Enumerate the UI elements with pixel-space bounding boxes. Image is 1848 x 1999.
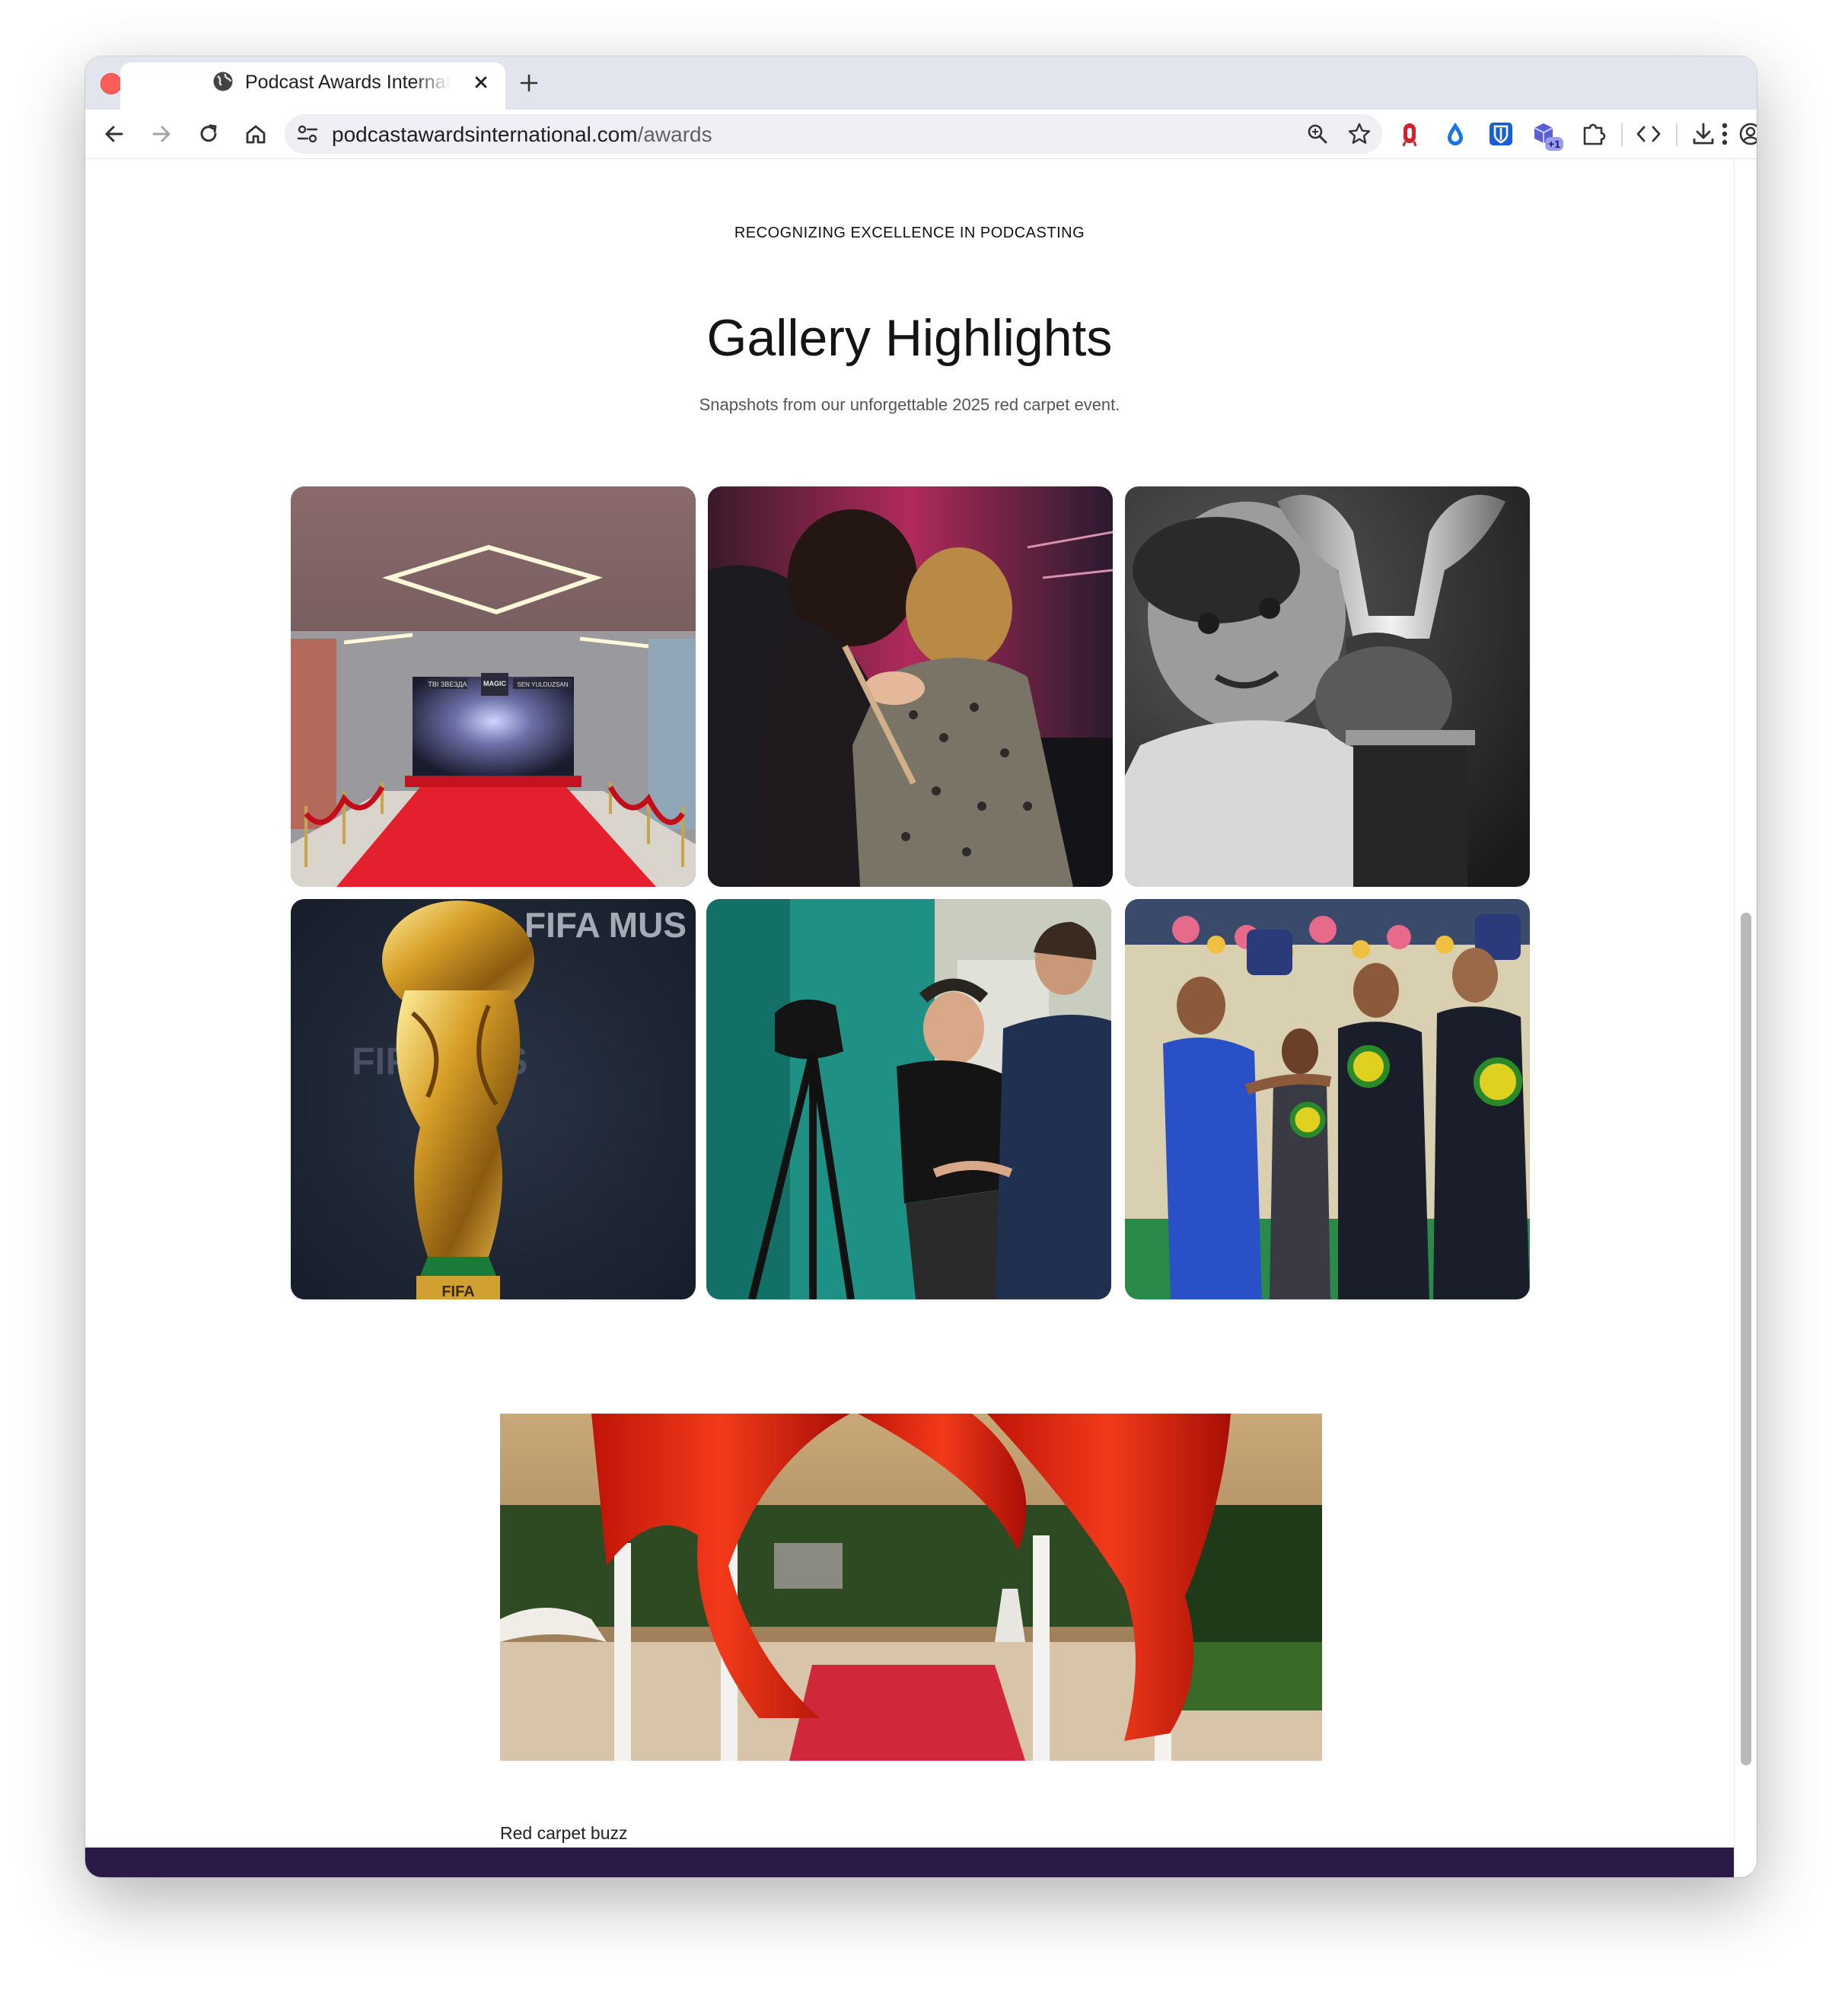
feature-caption: Red carpet buzz xyxy=(500,1823,628,1843)
profile-avatar-icon[interactable] xyxy=(1735,119,1757,149)
gallery-photo-red-carpet-hall[interactable]: ТВІ ЗВЕЗДА MAGIC SEN YULDUZSAN xyxy=(291,486,696,887)
sign-center-text: MAGIC xyxy=(483,680,506,687)
tab-close-icon[interactable] xyxy=(470,72,492,93)
menu-kebab-icon[interactable] xyxy=(1713,119,1736,149)
sign-left-text: ТВІ ЗВЕЗДА xyxy=(428,681,467,688)
bitwarden-shield-icon[interactable] xyxy=(1486,119,1516,149)
extension-red-icon[interactable] xyxy=(1394,119,1425,149)
footer-band xyxy=(85,1848,1734,1877)
gallery-title: Gallery Highlights xyxy=(706,309,1113,367)
scrollbar-thumb[interactable] xyxy=(1741,913,1751,1765)
extension-badge: +1 xyxy=(1548,138,1560,150)
zoom-icon[interactable] xyxy=(1305,121,1330,151)
reload-icon[interactable] xyxy=(195,120,222,148)
back-arrow-icon[interactable] xyxy=(100,120,128,148)
url-host: podcastawardsinternational.com xyxy=(332,123,638,146)
globe-icon xyxy=(212,70,234,97)
devtools-code-icon[interactable] xyxy=(1633,119,1664,149)
trophy-base-text: FIFA xyxy=(441,1283,474,1299)
bookmark-star-icon[interactable] xyxy=(1346,120,1373,151)
new-tab-icon[interactable] xyxy=(518,72,540,94)
cube-extension-icon[interactable]: +1 xyxy=(1531,119,1563,151)
trophy-backdrop-text-top: FIFA MUS xyxy=(524,905,687,945)
page-content: RECOGNIZING EXCELLENCE IN PODCASTING Gal… xyxy=(85,159,1734,1877)
feature-image-red-carpet[interactable] xyxy=(500,1414,1322,1761)
gallery-subtitle: Snapshots from our unforgettable 2025 re… xyxy=(699,395,1120,414)
tagline: RECOGNIZING EXCELLENCE IN PODCASTING xyxy=(734,225,1085,241)
gallery-photo-embrace[interactable] xyxy=(708,486,1113,887)
url-text: podcastawardsinternational.com/awards xyxy=(332,123,712,147)
gallery-photo-golden-trophy[interactable]: FIFA MUS FIFA MUS FIFA xyxy=(291,899,696,1299)
close-window-button[interactable] xyxy=(100,73,122,94)
gallery-photo-interview[interactable] xyxy=(706,899,1111,1299)
home-icon[interactable] xyxy=(242,120,269,148)
site-settings-icon[interactable] xyxy=(295,122,320,150)
sign-right-text: SEN YULDUZSAN xyxy=(518,681,569,688)
tab-strip: Podcast Awards International xyxy=(85,56,1757,110)
tab-title: Podcast Awards International xyxy=(245,72,451,93)
scrollbar[interactable] xyxy=(1734,159,1757,1877)
address-bar[interactable]: podcastawardsinternational.com/awards xyxy=(285,114,1382,154)
url-path: /awards xyxy=(637,123,712,146)
forward-arrow-icon[interactable] xyxy=(148,120,175,148)
browser-toolbar: podcastawardsinternational.com/awards +1 xyxy=(85,110,1757,159)
gallery-photo-award-ceremony[interactable] xyxy=(1125,899,1530,1299)
raindrop-extension-icon[interactable] xyxy=(1440,119,1470,149)
browser-window: Podcast Awards International xyxy=(85,56,1757,1877)
toolbar-separator xyxy=(1621,123,1623,146)
extensions-puzzle-icon[interactable] xyxy=(1579,119,1609,149)
toolbar-separator xyxy=(1676,123,1678,146)
gallery-photo-child-trophy[interactable] xyxy=(1125,486,1530,887)
